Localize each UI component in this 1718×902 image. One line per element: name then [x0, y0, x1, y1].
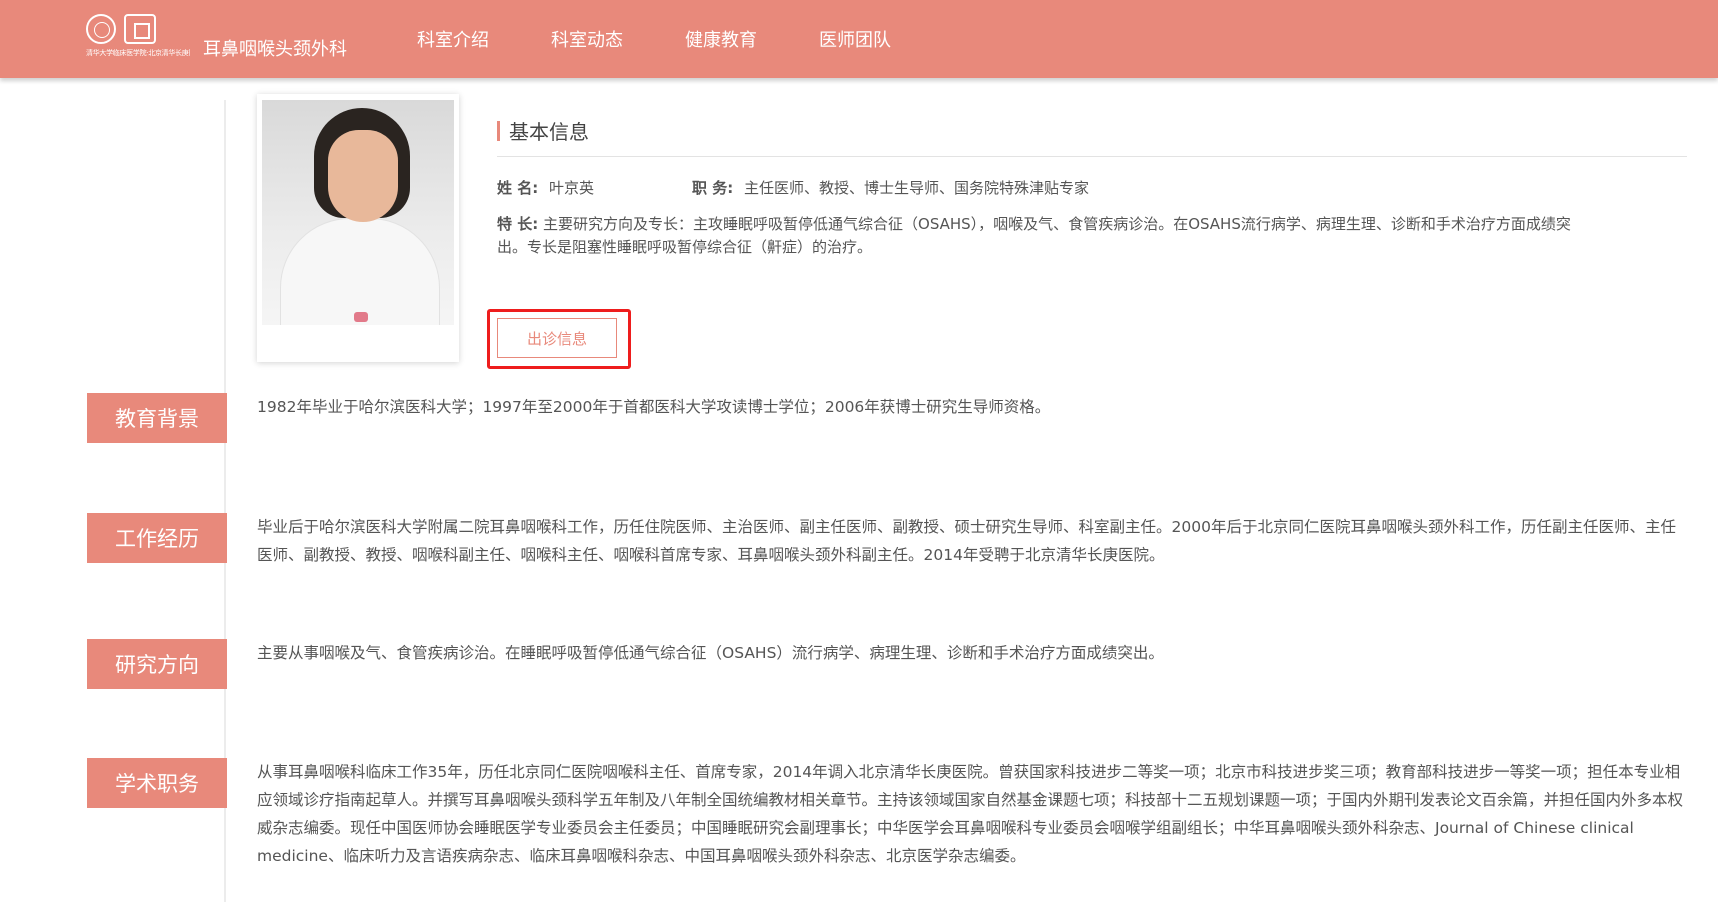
basic-info-heading: 基本信息 — [497, 116, 589, 145]
main-nav: 科室介绍 科室动态 健康教育 医师团队 — [417, 26, 953, 52]
specialty-text: 主要研究方向及专长：主攻睡眠呼吸暂停低通气综合征（OSAHS），咽喉及气、食管疾… — [497, 215, 1571, 256]
nav-item-health-education[interactable]: 健康教育 — [685, 26, 757, 52]
basic-info-title: 基本信息 — [509, 120, 589, 144]
heading-accent-bar — [497, 120, 500, 141]
top-header: 清华大学临床医学院·北京清华长庚医院 耳鼻咽喉头颈外科 科室介绍 科室动态 健康… — [0, 0, 1718, 78]
nav-item-dept-news[interactable]: 科室动态 — [551, 26, 623, 52]
university-emblem-icon — [86, 14, 116, 44]
doctor-photo-card — [257, 94, 459, 362]
doctor-position: 主任医师、教授、博士生导师、国务院特殊津贴专家 — [744, 179, 1090, 197]
section-text-research: 主要从事咽喉及气、食管疾病诊治。在睡眠呼吸暂停低通气综合征（OSAHS）流行病学… — [257, 644, 1164, 662]
name-label: 姓 名: — [497, 179, 539, 197]
nav-item-doctor-team[interactable]: 医师团队 — [819, 26, 891, 52]
specialty-label: 特 长: — [497, 215, 539, 233]
section-tag-education: 教育背景 — [87, 393, 227, 443]
hospital-emblem-icon — [124, 14, 156, 44]
position-label: 职 务: — [692, 179, 734, 197]
section-text-education: 1982年毕业于哈尔滨医科大学；1997年至2000年于首都医科大学攻读博士学位… — [257, 398, 1051, 416]
department-name[interactable]: 耳鼻咽喉头颈外科 — [203, 35, 347, 61]
info-divider — [497, 156, 1687, 157]
position-row: 职 务: 主任医师、教授、博士生导师、国务院特殊津贴专家 — [692, 177, 1089, 198]
name-row: 姓 名: 叶京英 — [497, 177, 594, 198]
section-text-academic-positions: 从事耳鼻咽喉科临床工作35年，历任北京同仁医院咽喉科主任、首席专家，2014年调… — [257, 763, 1684, 865]
section-text-work-experience: 毕业后于哈尔滨医科大学附属二院耳鼻咽喉科工作，历任住院医师、主治医师、副主任医师… — [257, 518, 1676, 564]
hospital-logo[interactable]: 清华大学临床医学院·北京清华长庚医院 — [86, 14, 190, 57]
nav-item-dept-intro[interactable]: 科室介绍 — [417, 26, 489, 52]
section-tag-research: 研究方向 — [87, 639, 227, 689]
section-tag-work-experience: 工作经历 — [87, 513, 227, 563]
doctor-photo — [262, 100, 454, 325]
logo-caption: 清华大学临床医学院·北京清华长庚医院 — [86, 49, 190, 57]
clinic-info-button[interactable]: 出诊信息 — [497, 318, 617, 358]
section-tag-academic-positions: 学术职务 — [87, 758, 227, 808]
doctor-name: 叶京英 — [549, 179, 595, 197]
specialty-block: 特 长: 主要研究方向及专长：主攻睡眠呼吸暂停低通气综合征（OSAHS），咽喉及… — [497, 213, 1597, 259]
